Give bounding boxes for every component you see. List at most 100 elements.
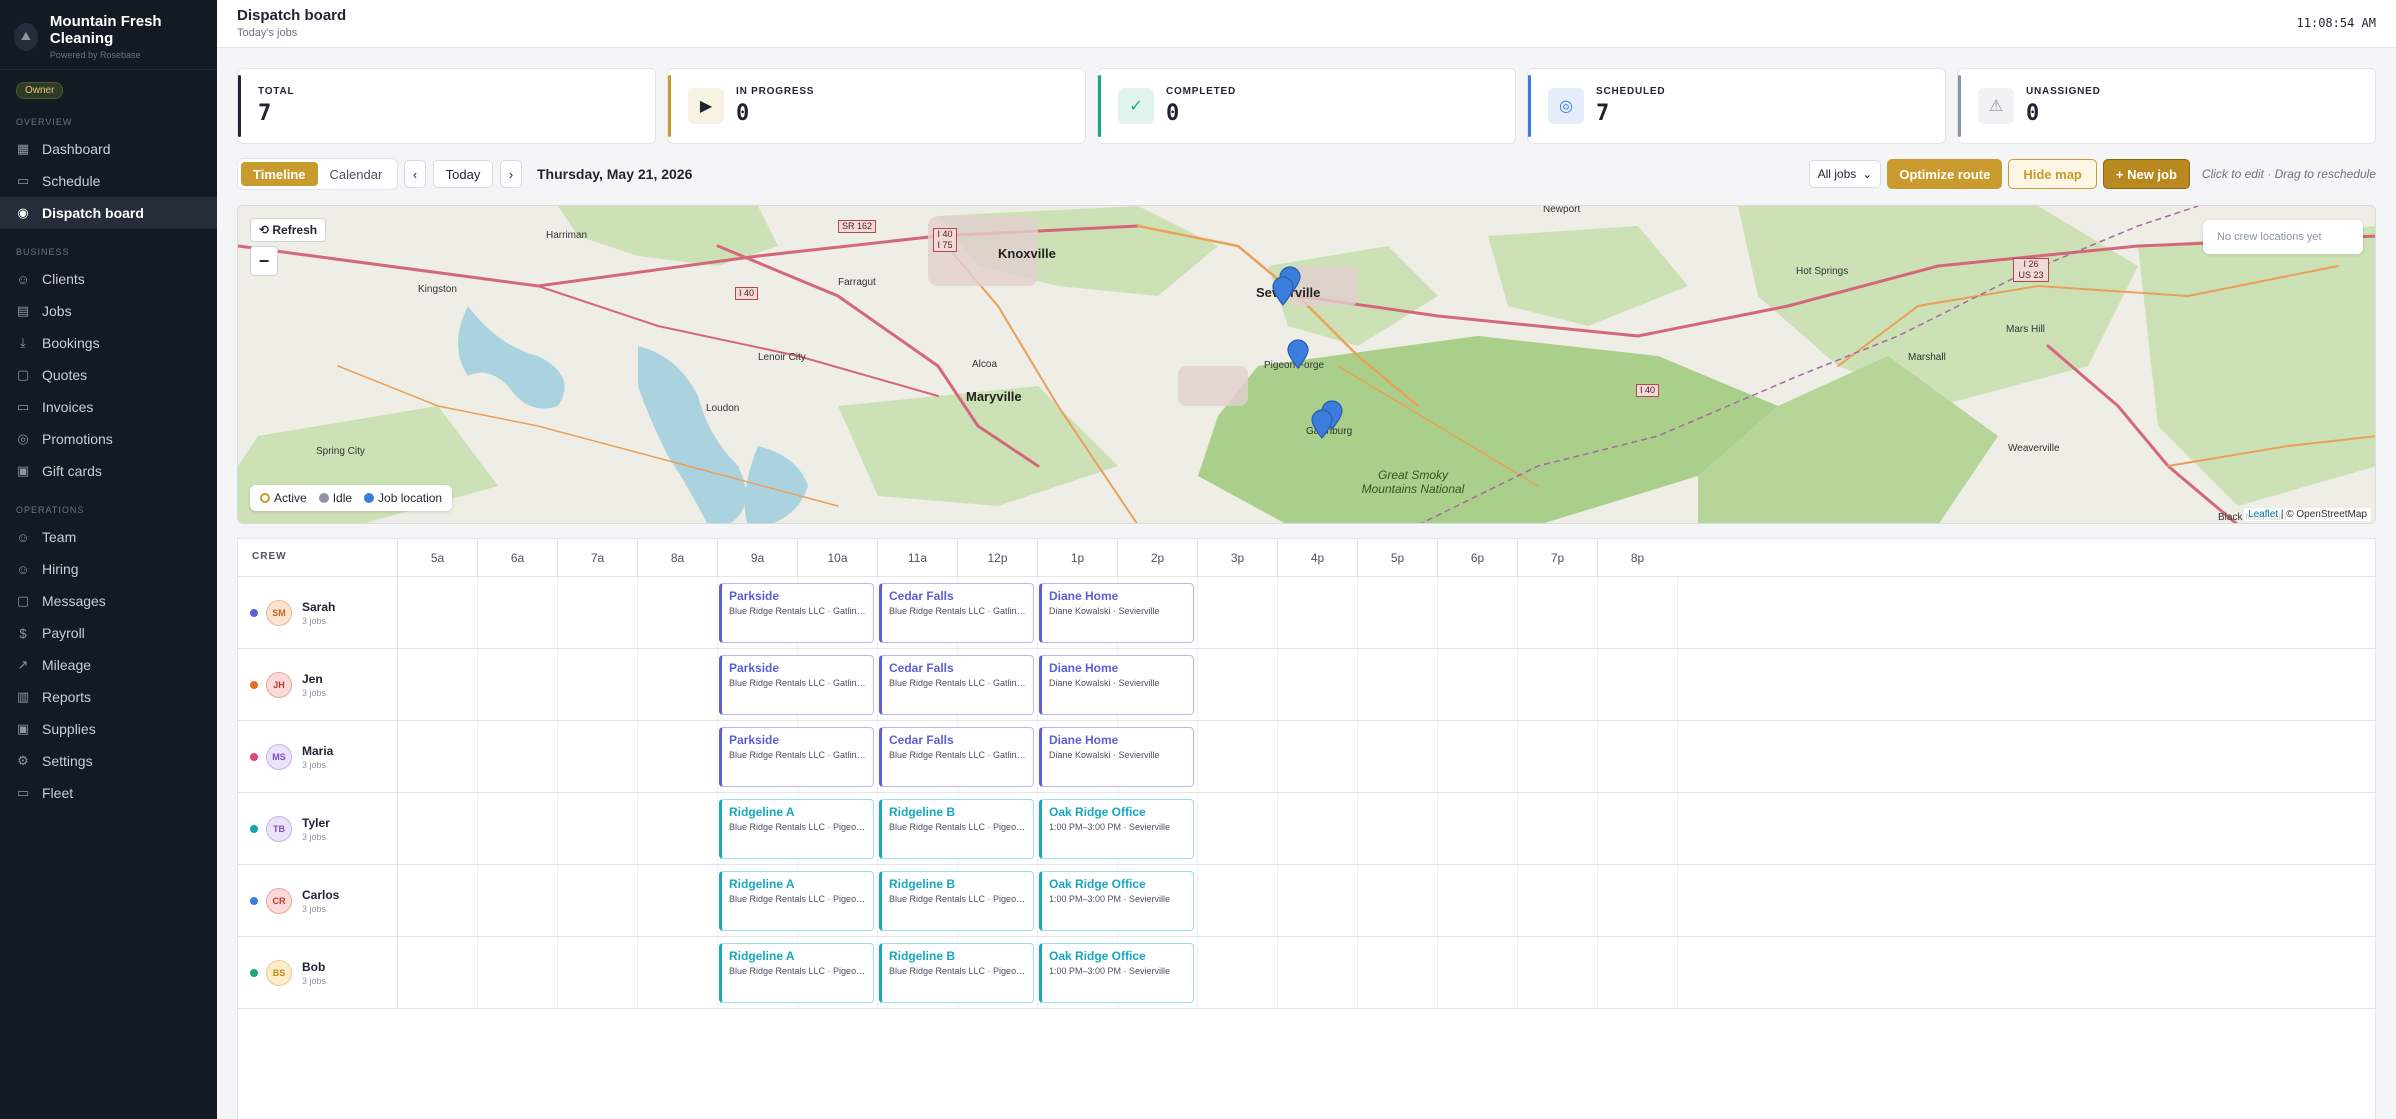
nav-item-label: Dashboard: [42, 141, 111, 157]
map-zoom-out-button[interactable]: −: [250, 246, 278, 276]
legend-idle: Idle: [318, 491, 352, 505]
nav-item-label: Team: [42, 529, 77, 545]
right-controls: All jobs ⌄ Optimize route Hide map + New…: [1808, 158, 2376, 190]
hour-label: 5a: [397, 539, 477, 577]
job-card[interactable]: Ridgeline A Blue Ridge Rentals LLC · Pige…: [719, 871, 874, 931]
next-day-button[interactable]: ›: [500, 160, 522, 188]
map-place-label: Farragut: [838, 277, 876, 288]
nav-item-invoices[interactable]: ▭ Invoices: [0, 391, 217, 423]
nav-item-team[interactable]: ☺ Team: [0, 521, 217, 553]
nav-item-dashboard[interactable]: ▦ Dashboard: [0, 133, 217, 165]
crew-member[interactable]: JH Jen 3 jobs: [250, 649, 326, 721]
nav-item-messages[interactable]: ▢ Messages: [0, 585, 217, 617]
hour-label: 7a: [557, 539, 637, 577]
stat-card-in-progress[interactable]: ▶ IN PROGRESS 0: [667, 68, 1086, 144]
job-card[interactable]: Cedar Falls Blue Ridge Rentals LLC · Gatl…: [879, 727, 1034, 787]
optimize-route-button[interactable]: Optimize route: [1887, 159, 2003, 189]
crew-job-count: 3 jobs: [302, 904, 327, 914]
nav-item-clients[interactable]: ☺ Clients: [0, 263, 217, 295]
today-button[interactable]: Today: [433, 160, 493, 188]
nav-item-schedule[interactable]: ▭ Schedule: [0, 165, 217, 197]
stat-card-total[interactable]: TOTAL 7: [237, 68, 656, 144]
nav-item-bookings[interactable]: ⤓ Bookings: [0, 327, 217, 359]
job-title: Cedar Falls: [889, 733, 954, 747]
job-card[interactable]: Diane Home Diane Kowalski · Sevierville: [1039, 655, 1194, 715]
stats-row: TOTAL 7 ▶ IN PROGRESS 0 ✓ COMPLETED 0 ◎ SCHEDULED…: [237, 68, 2376, 144]
stat-card-unassigned[interactable]: ⚠ UNASSIGNED 0: [1957, 68, 2376, 144]
crew-job-count: 3 jobs: [302, 832, 327, 842]
leaflet-link[interactable]: Leaflet: [2248, 509, 2278, 520]
crew-member[interactable]: TB Tyler 3 jobs: [250, 793, 330, 865]
legend-active: Active: [260, 491, 307, 505]
view-toggle: Timeline Calendar: [237, 158, 399, 190]
nav-item-promotions[interactable]: ◎ Promotions: [0, 423, 217, 455]
crew-job-count: 3 jobs: [302, 616, 327, 626]
job-title: Oak Ridge Office: [1049, 949, 1146, 963]
hide-map-button[interactable]: Hide map: [2008, 159, 2097, 189]
hour-label: 4p: [1277, 539, 1357, 577]
crew-timeline: CREW 5a 6a 7a 8a 9a 10a 11a 12p 1p 2p 3p 4p 5p 6p 7p 8p…: [237, 538, 2376, 1119]
view-calendar-button[interactable]: Calendar: [318, 162, 395, 186]
crew-member[interactable]: BS Bob 3 jobs: [250, 937, 326, 1009]
nav-item-label: Dispatch board: [42, 205, 144, 221]
crew-name: Sarah: [302, 600, 336, 614]
nav-item-jobs[interactable]: ▤ Jobs: [0, 295, 217, 327]
job-location-pin[interactable]: [1286, 339, 1310, 369]
job-card[interactable]: Parkside Blue Ridge Rentals LLC · Gatlinb…: [719, 583, 874, 643]
job-card[interactable]: Diane Home Diane Kowalski · Sevierville: [1039, 727, 1194, 787]
nav-item-dispatch-board[interactable]: ◉ Dispatch board: [0, 197, 217, 229]
stat-card-scheduled[interactable]: ◎ SCHEDULED 7: [1527, 68, 1946, 144]
map-legend: Active Idle Job location: [250, 485, 453, 511]
nav-group-overview: ▦ Dashboard ▭ Schedule ◉ Dispatch board: [0, 133, 217, 229]
nav-item-label: Invoices: [42, 399, 94, 415]
nav-group-business: ☺ Clients ▤ Jobs ⤓ Bookings ▢ Quotes ▭ Invoices ◎ P…: [0, 263, 217, 487]
job-location-pin[interactable]: [1271, 276, 1295, 306]
view-timeline-button[interactable]: Timeline: [241, 162, 318, 186]
truck-icon: ▭: [16, 785, 30, 800]
stat-value: 7: [258, 101, 272, 126]
controls-row: Timeline Calendar ‹ Today › Thursday, Ma…: [237, 158, 2376, 190]
job-filter-select[interactable]: All jobs ⌄: [1808, 160, 1882, 188]
user-icon: ☺: [16, 529, 30, 545]
prev-day-button[interactable]: ‹: [404, 160, 426, 188]
job-card[interactable]: Ridgeline A Blue Ridge Rentals LLC · Pige…: [719, 799, 874, 859]
dispatch-map[interactable]: Knoxville Harriman Kingston Farragut Len…: [237, 205, 2376, 524]
crew-job-count: 3 jobs: [302, 976, 327, 986]
nav-item-settings[interactable]: ⚙ Settings: [0, 745, 217, 777]
job-card[interactable]: Cedar Falls Blue Ridge Rentals LLC · Gatl…: [879, 655, 1034, 715]
map-refresh-button[interactable]: ⟲ Refresh: [250, 218, 327, 242]
job-card[interactable]: Oak Ridge Office 1:00 PM–3:00 PM · Sevier…: [1039, 799, 1194, 859]
job-card[interactable]: Ridgeline B Blue Ridge Rentals LLC · Pige…: [879, 871, 1034, 931]
page-title: Dispatch board: [237, 7, 347, 24]
hour-label: 8p: [1597, 539, 1677, 577]
nav-item-label: Mileage: [42, 657, 92, 673]
nav-item-payroll[interactable]: $ Payroll: [0, 617, 217, 649]
job-card[interactable]: Parkside Blue Ridge Rentals LLC · Gatlinb…: [719, 727, 874, 787]
job-card[interactable]: Cedar Falls Blue Ridge Rentals LLC · Gatl…: [879, 583, 1034, 643]
crew-member[interactable]: MS Maria 3 jobs: [250, 721, 333, 793]
job-card[interactable]: Ridgeline A Blue Ridge Rentals LLC · Pige…: [719, 943, 874, 1003]
job-card[interactable]: Oak Ridge Office 1:00 PM–3:00 PM · Sevier…: [1039, 871, 1194, 931]
nav-item-fleet[interactable]: ▭ Fleet: [0, 777, 217, 809]
job-card[interactable]: Ridgeline B Blue Ridge Rentals LLC · Pige…: [879, 943, 1034, 1003]
nav-item-reports[interactable]: ▥ Reports: [0, 681, 217, 713]
nav-item-hiring[interactable]: ☺ Hiring: [0, 553, 217, 585]
job-card[interactable]: Diane Home Diane Kowalski · Sevierville: [1039, 583, 1194, 643]
stat-card-completed[interactable]: ✓ COMPLETED 0: [1097, 68, 1516, 144]
nav-item-mileage[interactable]: ↗ Mileage: [0, 649, 217, 681]
nav-item-quotes[interactable]: ▢ Quotes: [0, 359, 217, 391]
crew-member[interactable]: SM Sarah 3 jobs: [250, 577, 335, 649]
new-job-button[interactable]: + New job: [2102, 159, 2190, 189]
job-location-pin[interactable]: [1310, 409, 1334, 439]
job-card[interactable]: Parkside Blue Ridge Rentals LLC · Gatlinb…: [719, 655, 874, 715]
brand[interactable]: ⛰ Mountain Fresh Cleaning Powered by Ros…: [0, 0, 217, 70]
job-card[interactable]: Ridgeline B Blue Ridge Rentals LLC · Pige…: [879, 799, 1034, 859]
nav-item-gift-cards[interactable]: ▣ Gift cards: [0, 455, 217, 487]
stat-accent-bar: [1098, 75, 1101, 137]
nav-item-supplies[interactable]: ▣ Supplies: [0, 713, 217, 745]
crew-member[interactable]: CR Carlos 3 jobs: [250, 865, 339, 937]
legend-job-location: Job location: [364, 491, 442, 505]
stat-accent-bar: [238, 75, 241, 137]
nav-item-label: Supplies: [42, 721, 96, 737]
job-card[interactable]: Oak Ridge Office 1:00 PM–3:00 PM · Sevier…: [1039, 943, 1194, 1003]
